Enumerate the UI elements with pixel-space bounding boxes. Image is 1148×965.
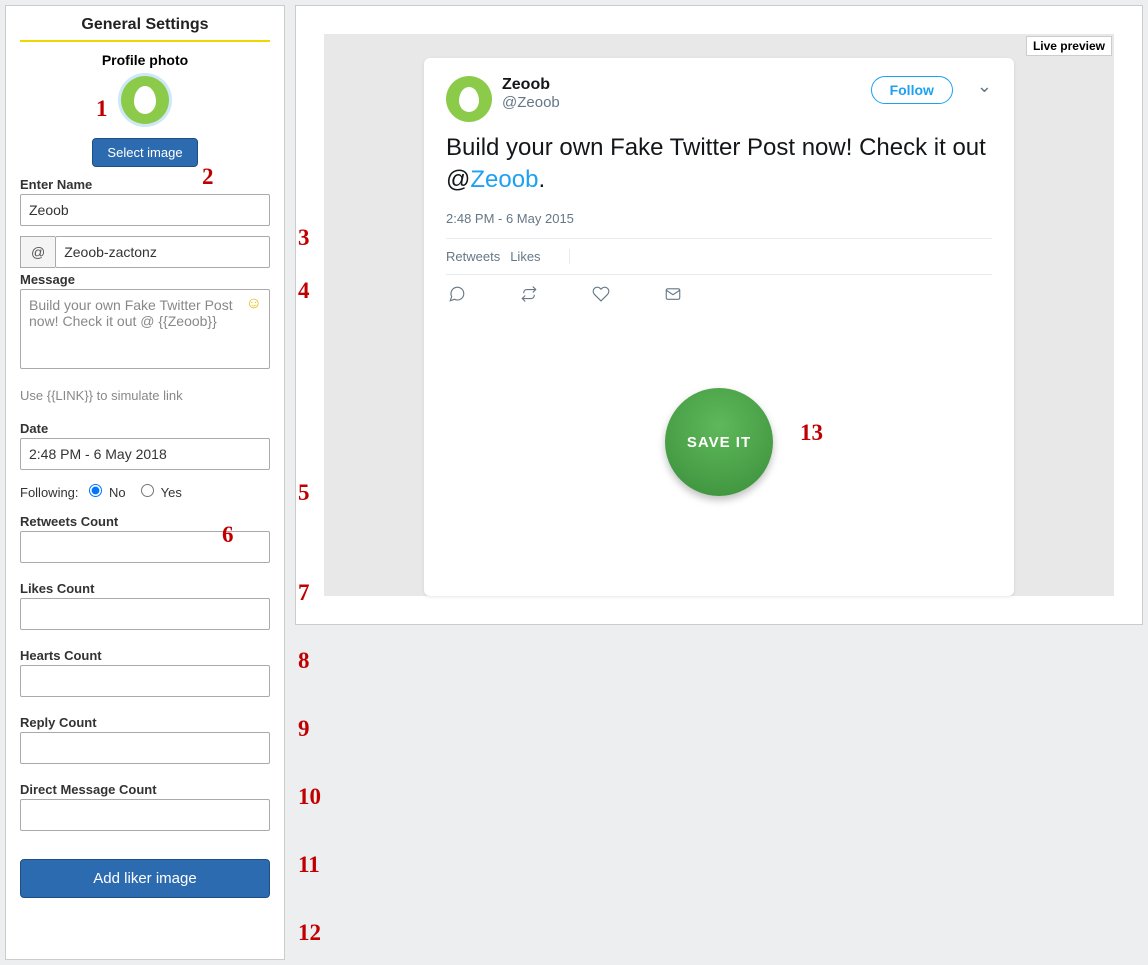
following-label: Following: xyxy=(20,485,79,500)
dm-label: Direct Message Count xyxy=(20,782,270,797)
tweet-actions xyxy=(446,275,992,314)
emoji-icon[interactable]: ☺ xyxy=(246,295,262,313)
egg-icon xyxy=(459,87,479,112)
hearts-input[interactable] xyxy=(20,665,270,697)
heart-icon[interactable] xyxy=(592,285,610,308)
retweet-icon[interactable] xyxy=(520,285,538,308)
enter-name-label: Enter Name xyxy=(20,177,270,192)
tweet-date: 2:48 PM - 6 May 2015 xyxy=(446,211,992,226)
dm-input[interactable] xyxy=(20,799,270,831)
annotation-12: 12 xyxy=(298,920,321,946)
tweet-stats: Retweets Likes xyxy=(446,238,992,275)
date-label: Date xyxy=(20,421,270,436)
date-input[interactable] xyxy=(20,438,270,470)
settings-sidebar: General Settings Profile photo Select im… xyxy=(5,5,285,960)
annotation-2: 2 xyxy=(202,164,214,190)
annotation-1: 1 xyxy=(96,96,108,122)
message-icon[interactable] xyxy=(664,285,682,308)
link-hint: Use {{LINK}} to simulate link xyxy=(20,388,270,403)
annotation-11: 11 xyxy=(298,852,320,878)
reply-input[interactable] xyxy=(20,732,270,764)
hearts-label: Hearts Count xyxy=(20,648,270,663)
sidebar-title: General Settings xyxy=(20,16,270,34)
username-input[interactable] xyxy=(55,236,270,268)
tweet-name: Zeoob xyxy=(502,76,861,94)
preview-panel: Live preview Zeoob @Zeoob Follow ⌄ xyxy=(295,5,1143,960)
message-label: Message xyxy=(20,272,270,287)
select-image-button[interactable]: Select image xyxy=(92,138,197,167)
likes-input[interactable] xyxy=(20,598,270,630)
annotation-4: 4 xyxy=(298,278,310,304)
profile-photo-label: Profile photo xyxy=(20,52,270,68)
annotation-7: 7 xyxy=(298,580,310,606)
live-preview-tag: Live preview xyxy=(1026,36,1112,56)
stats-divider xyxy=(569,249,570,264)
message-textarea[interactable]: Build your own Fake Twitter Post now! Ch… xyxy=(20,289,270,369)
annotation-9: 9 xyxy=(298,716,310,742)
tweet-body: Build your own Fake Twitter Post now! Ch… xyxy=(446,132,992,197)
egg-icon xyxy=(134,86,156,114)
name-input[interactable] xyxy=(20,194,270,226)
annotation-6: 6 xyxy=(222,522,234,548)
reply-label: Reply Count xyxy=(20,715,270,730)
retweets-stat-label: Retweets xyxy=(446,249,500,264)
annotation-3: 3 xyxy=(298,225,310,251)
tweet-card: Zeoob @Zeoob Follow ⌄ Build your own Fak… xyxy=(424,58,1014,596)
preview-inner: Live preview Zeoob @Zeoob Follow ⌄ xyxy=(324,34,1114,596)
tweet-body-link[interactable]: Zeoob xyxy=(470,166,538,193)
follow-button[interactable]: Follow xyxy=(871,76,953,104)
annotation-10: 10 xyxy=(298,784,321,810)
following-row: Following: No Yes xyxy=(20,484,270,500)
following-yes-option[interactable]: Yes xyxy=(141,485,182,500)
add-liker-button[interactable]: Add liker image xyxy=(20,859,270,898)
annotation-8: 8 xyxy=(298,648,310,674)
tweet-avatar xyxy=(446,76,492,122)
reply-icon[interactable] xyxy=(448,285,466,308)
likes-stat-label: Likes xyxy=(510,249,540,264)
more-icon[interactable]: ⌄ xyxy=(977,76,992,97)
following-no-option[interactable]: No xyxy=(89,485,125,500)
preview-card: Live preview Zeoob @Zeoob Follow ⌄ xyxy=(295,5,1143,625)
at-addon: @ xyxy=(20,236,55,268)
tweet-handle: @Zeoob xyxy=(502,94,861,111)
annotation-5: 5 xyxy=(298,480,310,506)
divider xyxy=(20,40,270,42)
annotation-13: 13 xyxy=(800,420,823,446)
profile-avatar[interactable] xyxy=(121,76,169,124)
tweet-body-tail: . xyxy=(538,166,545,193)
save-button[interactable]: SAVE IT xyxy=(665,388,773,496)
likes-label: Likes Count xyxy=(20,581,270,596)
